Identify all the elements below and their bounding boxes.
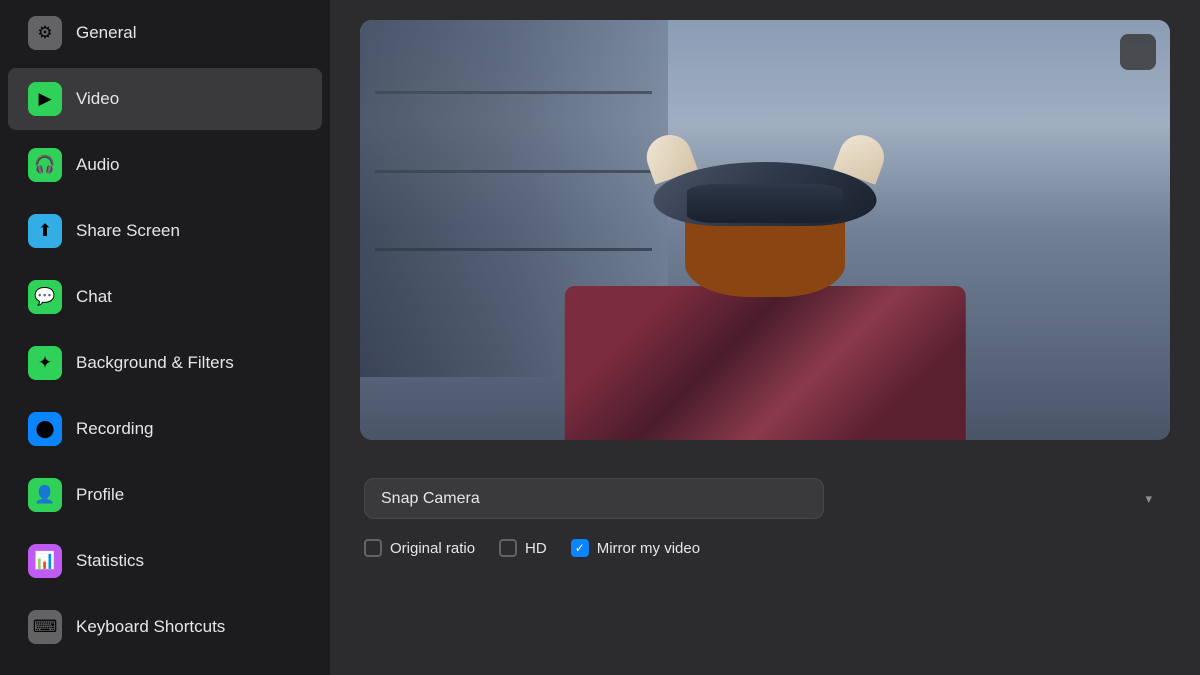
recording-icon: ⬤ bbox=[28, 412, 62, 446]
sidebar-item-share-screen[interactable]: ⬆ Share Screen bbox=[8, 200, 322, 262]
checkbox-item-mirror[interactable]: ✓ Mirror my video bbox=[571, 539, 700, 557]
statistics-icon: 📊 bbox=[28, 544, 62, 578]
checkbox-mirror[interactable]: ✓ bbox=[571, 539, 589, 557]
sidebar-label-chat: Chat bbox=[76, 287, 112, 307]
pip-button[interactable] bbox=[1120, 34, 1156, 70]
chat-icon: 💬 bbox=[28, 280, 62, 314]
checkbox-original-ratio[interactable] bbox=[364, 539, 382, 557]
general-icon: ⚙ bbox=[28, 16, 62, 50]
checkbox-row: Original ratio HD ✓ Mirror my video bbox=[364, 539, 1166, 557]
sidebar-item-background[interactable]: ✦ Background & Filters bbox=[8, 332, 322, 394]
camera-select-wrapper: Snap CameraFaceTime HD CameraNo Camera ▾ bbox=[364, 478, 1166, 519]
sidebar-label-general: General bbox=[76, 23, 136, 43]
sidebar-item-profile[interactable]: 👤 Profile bbox=[8, 464, 322, 526]
checkbox-item-hd[interactable]: HD bbox=[499, 539, 547, 557]
share-screen-icon: ⬆ bbox=[28, 214, 62, 248]
sidebar-label-share-screen: Share Screen bbox=[76, 221, 180, 241]
keyboard-shortcuts-icon: ⌨ bbox=[28, 610, 62, 644]
audio-icon: 🎧 bbox=[28, 148, 62, 182]
main-content: Snap CameraFaceTime HD CameraNo Camera ▾… bbox=[330, 0, 1200, 675]
checkbox-item-original-ratio[interactable]: Original ratio bbox=[364, 539, 475, 557]
sidebar-label-statistics: Statistics bbox=[76, 551, 144, 571]
sidebar-item-video[interactable]: ▶ Video bbox=[8, 68, 322, 130]
sidebar-label-keyboard-shortcuts: Keyboard Shortcuts bbox=[76, 617, 225, 637]
checkbox-label-mirror: Mirror my video bbox=[597, 540, 700, 557]
profile-icon: 👤 bbox=[28, 478, 62, 512]
checkbox-hd[interactable] bbox=[499, 539, 517, 557]
select-arrow-icon: ▾ bbox=[1145, 491, 1152, 507]
sidebar-item-general[interactable]: ⚙ General bbox=[8, 2, 322, 64]
checkbox-label-hd: HD bbox=[525, 540, 547, 557]
background-icon: ✦ bbox=[28, 346, 62, 380]
video-preview bbox=[360, 20, 1170, 440]
settings-section: Snap CameraFaceTime HD CameraNo Camera ▾… bbox=[360, 464, 1170, 579]
sidebar-item-statistics[interactable]: 📊 Statistics bbox=[8, 530, 322, 592]
sidebar-item-recording[interactable]: ⬤ Recording bbox=[8, 398, 322, 460]
sidebar-label-recording: Recording bbox=[76, 419, 154, 439]
sidebar-item-audio[interactable]: 🎧 Audio bbox=[8, 134, 322, 196]
sidebar-label-profile: Profile bbox=[76, 485, 124, 505]
sidebar-label-video: Video bbox=[76, 89, 119, 109]
sidebar-label-audio: Audio bbox=[76, 155, 119, 175]
sidebar-item-chat[interactable]: 💬 Chat bbox=[8, 266, 322, 328]
sidebar-label-background: Background & Filters bbox=[76, 353, 234, 373]
sidebar: ⚙ General ▶ Video 🎧 Audio ⬆ Share Screen 💬 Chat ✦ B… bbox=[0, 0, 330, 675]
sidebar-item-keyboard-shortcuts[interactable]: ⌨ Keyboard Shortcuts bbox=[8, 596, 322, 658]
video-icon: ▶ bbox=[28, 82, 62, 116]
camera-select[interactable]: Snap CameraFaceTime HD CameraNo Camera bbox=[364, 478, 824, 519]
checkbox-label-original-ratio: Original ratio bbox=[390, 540, 475, 557]
